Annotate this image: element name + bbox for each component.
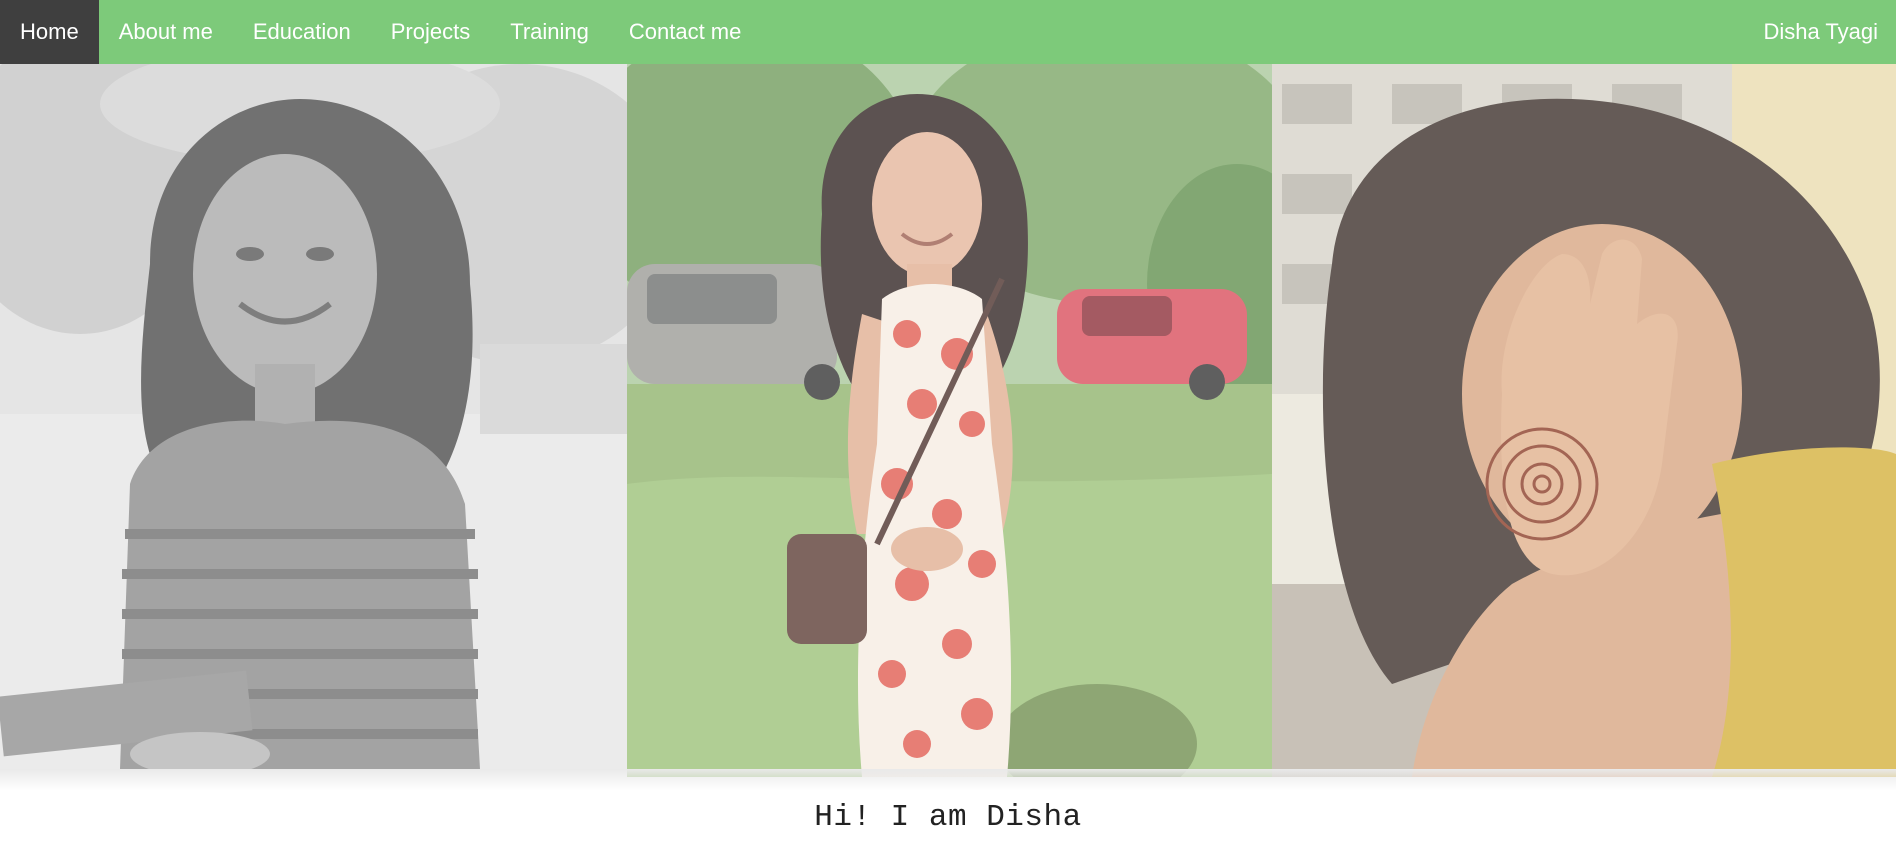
nav-projects-link[interactable]: Projects	[371, 0, 490, 64]
nav-about-link[interactable]: About me	[99, 0, 233, 64]
nav-menu: Home About me Education Projects Trainin…	[0, 0, 761, 64]
nav-contact-link[interactable]: Contact me	[609, 0, 762, 64]
nav-education-link[interactable]: Education	[233, 0, 371, 64]
nav-training-link[interactable]: Training	[490, 0, 609, 64]
hero-photo-grayscale-portrait	[0, 64, 627, 769]
hero-greeting-heading: Hi! I am Disha	[814, 800, 1082, 835]
nav-brand-name[interactable]: Disha Tyagi	[1763, 0, 1878, 64]
hero-photo-floral-dress	[627, 64, 1272, 777]
top-navbar: Home About me Education Projects Trainin…	[0, 0, 1896, 64]
nav-home-link[interactable]: Home	[0, 0, 99, 64]
hero-photo-henna-hand	[1272, 64, 1896, 777]
photo-strip-shadow	[0, 769, 1896, 791]
